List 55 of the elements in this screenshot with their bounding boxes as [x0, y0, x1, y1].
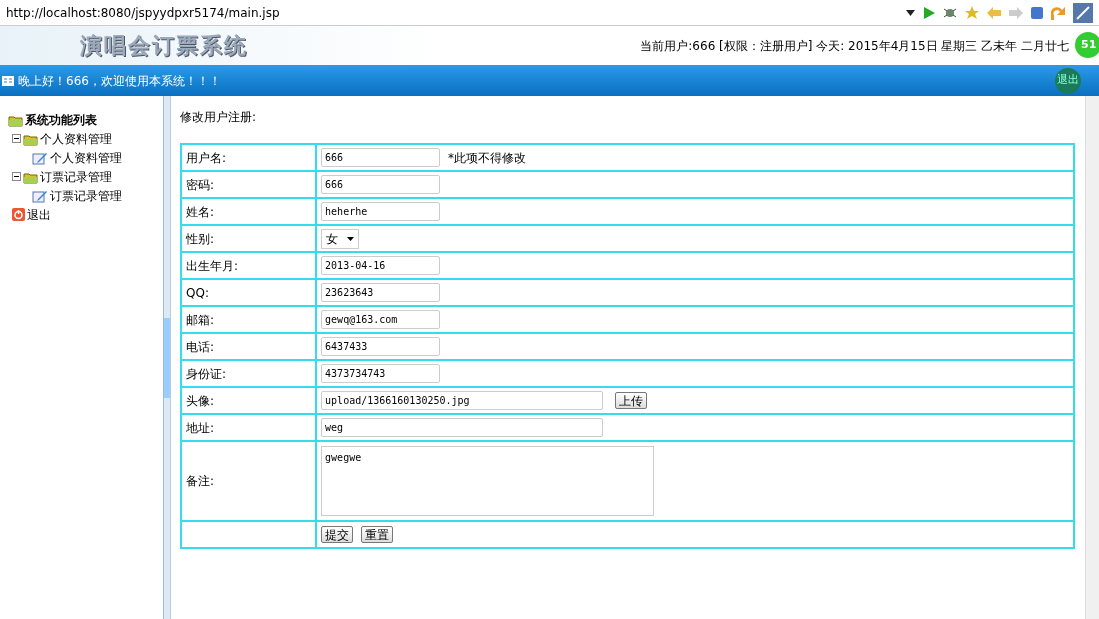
gender-select[interactable]: 女 — [321, 228, 360, 249]
scrollbar[interactable] — [1085, 96, 1099, 619]
field-label: 地址: — [181, 414, 317, 441]
tree-item[interactable]: 订票记录管理 — [50, 186, 122, 205]
upload-button[interactable]: 上传 — [615, 392, 648, 409]
submit-button[interactable]: 提交 — [321, 526, 354, 543]
notes-field[interactable]: gwegwe — [321, 446, 655, 516]
star-icon — [965, 5, 979, 20]
refresh-icon — [1051, 5, 1065, 20]
input-field[interactable]: 6437433 — [321, 337, 441, 356]
tree-item[interactable]: 退出 — [27, 205, 51, 224]
input-field[interactable]: 666 — [321, 175, 441, 194]
power-icon — [12, 208, 25, 221]
field-note: *此项不得修改 — [448, 149, 527, 167]
greeting-text: 晚上好！666，欢迎使用本系统！！！ — [18, 72, 221, 90]
logout-button[interactable]: 退出 — [1055, 67, 1081, 94]
field-label: 性别: — [181, 225, 317, 252]
dropdown-icon — [906, 9, 915, 16]
play-icon — [923, 6, 935, 19]
field-label: 出生年月: — [181, 252, 317, 279]
tree-item[interactable]: 订票记录管理 — [40, 167, 112, 186]
input-field[interactable]: 2013-04-16 — [321, 256, 441, 275]
card-icon — [2, 75, 14, 86]
input-field[interactable]: heherhe — [321, 202, 441, 221]
forward-icon — [1009, 6, 1023, 19]
stop-icon — [1031, 6, 1043, 19]
caret-icon — [347, 236, 355, 241]
field-label: 备注: — [181, 441, 317, 521]
field-label: 密码: — [181, 171, 317, 198]
back-icon — [987, 6, 1001, 19]
field-label: QQ: — [181, 279, 317, 306]
input-field[interactable]: weg — [321, 418, 604, 437]
input-field[interactable]: 666 — [321, 148, 441, 167]
pencil-note-icon — [32, 150, 48, 165]
tree-title: 系统功能列表 — [25, 111, 97, 129]
field-label: 头像: — [181, 387, 317, 414]
reset-button[interactable]: 重置 — [361, 526, 394, 543]
tree-item[interactable]: 个人资料管理 — [50, 148, 122, 167]
field-label: 用户名: — [181, 144, 317, 171]
input-field[interactable]: gewq@163.com — [321, 310, 441, 329]
user-info: 当前用户:666 [权限：注册用户] 今天: 2015年4月15日 星期三 乙未年 二月廿七 — [640, 37, 1069, 55]
input-field[interactable]: 4373734743 — [321, 364, 441, 383]
field-label: 姓名: — [181, 198, 317, 225]
field-label: 电话: — [181, 333, 317, 360]
pencil-note-icon — [32, 188, 48, 203]
tree-item[interactable]: 个人资料管理 — [40, 129, 112, 148]
address-url[interactable]: http://localhost:8080/jspyydpxr5174/main.jsp — [6, 3, 898, 22]
splitter-handle[interactable] — [164, 318, 171, 398]
notification-badge: 51 — [1073, 30, 1099, 60]
input-field[interactable]: upload/1366160130250.jpg — [321, 391, 604, 410]
form-title: 修改用户注册: — [180, 109, 258, 126]
field-label: 邮箱: — [181, 306, 317, 333]
field-label: 身份证: — [181, 360, 317, 387]
input-field[interactable]: 23623643 — [321, 283, 441, 302]
system-title: 演唱会订票系统 — [80, 31, 248, 60]
